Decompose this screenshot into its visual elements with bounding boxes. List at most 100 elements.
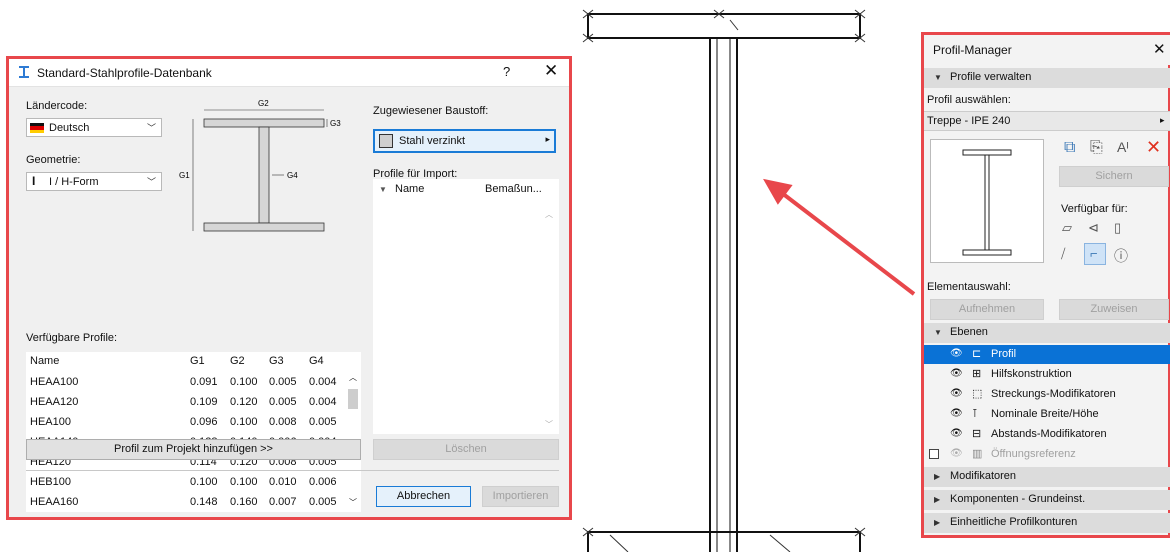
geometry-value: I / H-Form xyxy=(49,176,99,188)
new-profile-icon[interactable]: ⧉ xyxy=(1064,139,1075,157)
cell-g3: 0.008 xyxy=(269,416,297,428)
layer-profile[interactable]: 👁 ⊏ Profil xyxy=(924,345,1170,364)
scroll-down-icon[interactable]: ﹀ xyxy=(349,497,357,508)
section-layers[interactable]: ▼ Ebenen xyxy=(924,323,1170,343)
layer-nominal[interactable]: 👁 ⊺ Nominale Breite/Höhe xyxy=(924,405,1170,424)
profile-select[interactable]: Treppe - IPE 240 ▸ xyxy=(924,111,1170,131)
cell-name: HEA100 xyxy=(30,416,71,428)
pick-button[interactable]: Aufnehmen xyxy=(930,299,1044,320)
layer-opening[interactable]: 👁 ▥ Öffnungsreferenz xyxy=(924,445,1170,464)
table-row[interactable]: HEB100 0.100 0.100 0.010 0.006 xyxy=(26,472,344,491)
scroll-up-icon[interactable]: ︿ xyxy=(349,372,357,383)
layer-checkbox[interactable] xyxy=(929,449,939,459)
section-components[interactable]: ▶ Komponenten - Grundeinst. xyxy=(924,490,1170,510)
info-icon[interactable]: ⓘ xyxy=(1114,246,1128,266)
section-contours[interactable]: ▶ Einheitliche Profilkonturen xyxy=(924,513,1170,533)
add-profile-button[interactable]: Profil zum Projekt hinzufügen >> xyxy=(26,439,361,460)
cancel-button[interactable]: Abbrechen xyxy=(376,486,471,507)
layer-stretch[interactable]: 👁 ⬚ Streckungs-Modifikatoren xyxy=(924,385,1170,404)
layer-offset[interactable]: 👁 ⊟ Abstands-Modifikatoren xyxy=(924,425,1170,444)
cell-g1: 0.109 xyxy=(190,396,218,408)
delete-button[interactable]: Löschen xyxy=(373,439,559,460)
cell-g4: 0.006 xyxy=(309,476,337,488)
cell-name: HEAA100 xyxy=(30,376,79,388)
import-column-name[interactable]: Name xyxy=(395,183,424,195)
scroll-thumb[interactable] xyxy=(348,389,358,409)
german-flag-icon xyxy=(30,123,44,133)
cell-g4: 0.005 xyxy=(309,496,337,508)
eye-icon[interactable]: 👁 xyxy=(950,408,963,419)
sort-down-icon[interactable]: ▼ xyxy=(379,185,387,194)
import-button[interactable]: Importieren xyxy=(482,486,559,507)
column-icon[interactable]: ▯ xyxy=(1114,220,1121,236)
import-column-dimension[interactable]: Bemaßun... xyxy=(485,183,542,195)
column-header[interactable]: G4 xyxy=(309,355,324,367)
delete-profile-icon[interactable]: ✕ xyxy=(1146,137,1161,158)
rename-icon[interactable]: Aᴵ xyxy=(1117,139,1129,155)
cell-g2: 0.100 xyxy=(230,416,258,428)
assign-button[interactable]: Zuweisen xyxy=(1059,299,1169,320)
column-header[interactable]: G3 xyxy=(269,355,284,367)
close-button[interactable]: ✕ xyxy=(1153,40,1166,58)
stair-icon[interactable]: ⌐ xyxy=(1084,243,1106,265)
cell-g3: 0.005 xyxy=(269,376,297,388)
import-list[interactable]: ▼ Name Bemaßun... ︿ ﹀ xyxy=(373,179,559,434)
help-button[interactable]: ? xyxy=(503,64,510,79)
country-value: Deutsch xyxy=(49,122,90,134)
geometry-select[interactable]: I I / H-Form ﹀ xyxy=(26,172,162,191)
save-button[interactable]: Sichern xyxy=(1059,166,1169,187)
eye-icon[interactable]: 👁 xyxy=(950,388,963,399)
layer-auxiliary[interactable]: 👁 ⊞ Hilfskonstruktion xyxy=(924,365,1170,384)
section-label: Komponenten - Grundeinst. xyxy=(950,493,1086,505)
close-button[interactable]: ✕ xyxy=(544,61,558,81)
bottom-flange xyxy=(587,531,861,552)
table-row[interactable]: HEA100 0.096 0.100 0.008 0.005 xyxy=(26,412,344,431)
table-row[interactable]: HEAA160 0.148 0.160 0.007 0.005 xyxy=(26,492,344,511)
eye-icon[interactable]: 👁 xyxy=(950,448,963,459)
layer-label: Hilfskonstruktion xyxy=(991,368,1072,380)
steel-profile-icon xyxy=(19,66,29,78)
column-header[interactable]: Name xyxy=(30,355,59,367)
geometry-label: Geometrie: xyxy=(26,154,81,166)
duplicate-profile-icon[interactable]: ⎘ xyxy=(1090,139,1103,157)
pm-title: Profil-Manager xyxy=(933,43,1012,57)
eye-icon[interactable]: 👁 xyxy=(950,348,963,359)
steel-profile-dialog: Standard-Stahlprofile-Datenbank ? ✕ Länd… xyxy=(6,56,572,520)
railing-icon[interactable]: ⧸ xyxy=(1061,246,1065,262)
layer-label: Streckungs-Modifikatoren xyxy=(991,388,1116,400)
scroll-up-icon[interactable]: ︿ xyxy=(545,209,553,220)
table-row[interactable]: HEAA100 0.091 0.100 0.005 0.004 xyxy=(26,372,344,391)
layer-label: Öffnungsreferenz xyxy=(991,448,1076,460)
divider xyxy=(26,470,559,471)
country-label: Ländercode: xyxy=(26,100,88,112)
cell-g4: 0.005 xyxy=(309,416,337,428)
section-modifiers[interactable]: ▶ Modifikatoren xyxy=(924,467,1170,487)
wall-icon[interactable]: ▱ xyxy=(1062,220,1072,236)
i-shape-icon: I xyxy=(32,174,36,188)
expand-triangle-icon: ▶ xyxy=(934,472,941,481)
column-header[interactable]: G1 xyxy=(190,355,205,367)
table-row[interactable]: HEAA120 0.109 0.120 0.005 0.004 xyxy=(26,392,344,411)
material-button[interactable]: Stahl verzinkt ▸ xyxy=(373,129,556,153)
g4-label: G4 xyxy=(287,171,298,180)
eye-icon[interactable]: 👁 xyxy=(950,368,963,379)
section-manage-profiles[interactable]: ▼ Profile verwalten xyxy=(924,68,1170,88)
beam-icon[interactable]: ⊲ xyxy=(1088,220,1099,236)
material-value: Stahl verzinkt xyxy=(399,135,466,147)
cell-name: HEAA160 xyxy=(30,496,79,508)
g3-label: G3 xyxy=(330,119,341,128)
available-for-label: Verfügbar für: xyxy=(1061,203,1128,215)
pm-titlebar: Profil-Manager ✕ xyxy=(924,35,1170,65)
scroll-down-icon[interactable]: ﹀ xyxy=(545,419,553,430)
cell-g2: 0.120 xyxy=(230,396,258,408)
layer-label: Profil xyxy=(991,348,1017,360)
country-select[interactable]: Deutsch ﹀ xyxy=(26,118,162,137)
eye-icon[interactable]: 👁 xyxy=(950,428,963,439)
g1-label: G1 xyxy=(179,171,190,180)
profile-preview xyxy=(930,139,1044,263)
profile-manager-panel: Profil-Manager ✕ ▼ Profile verwalten Pro… xyxy=(921,32,1170,538)
i-beam-preview-icon xyxy=(962,149,1012,256)
column-header[interactable]: G2 xyxy=(230,355,245,367)
table-scrollbar[interactable]: ︿ ﹀ xyxy=(345,352,361,512)
cell-g2: 0.100 xyxy=(230,376,258,388)
